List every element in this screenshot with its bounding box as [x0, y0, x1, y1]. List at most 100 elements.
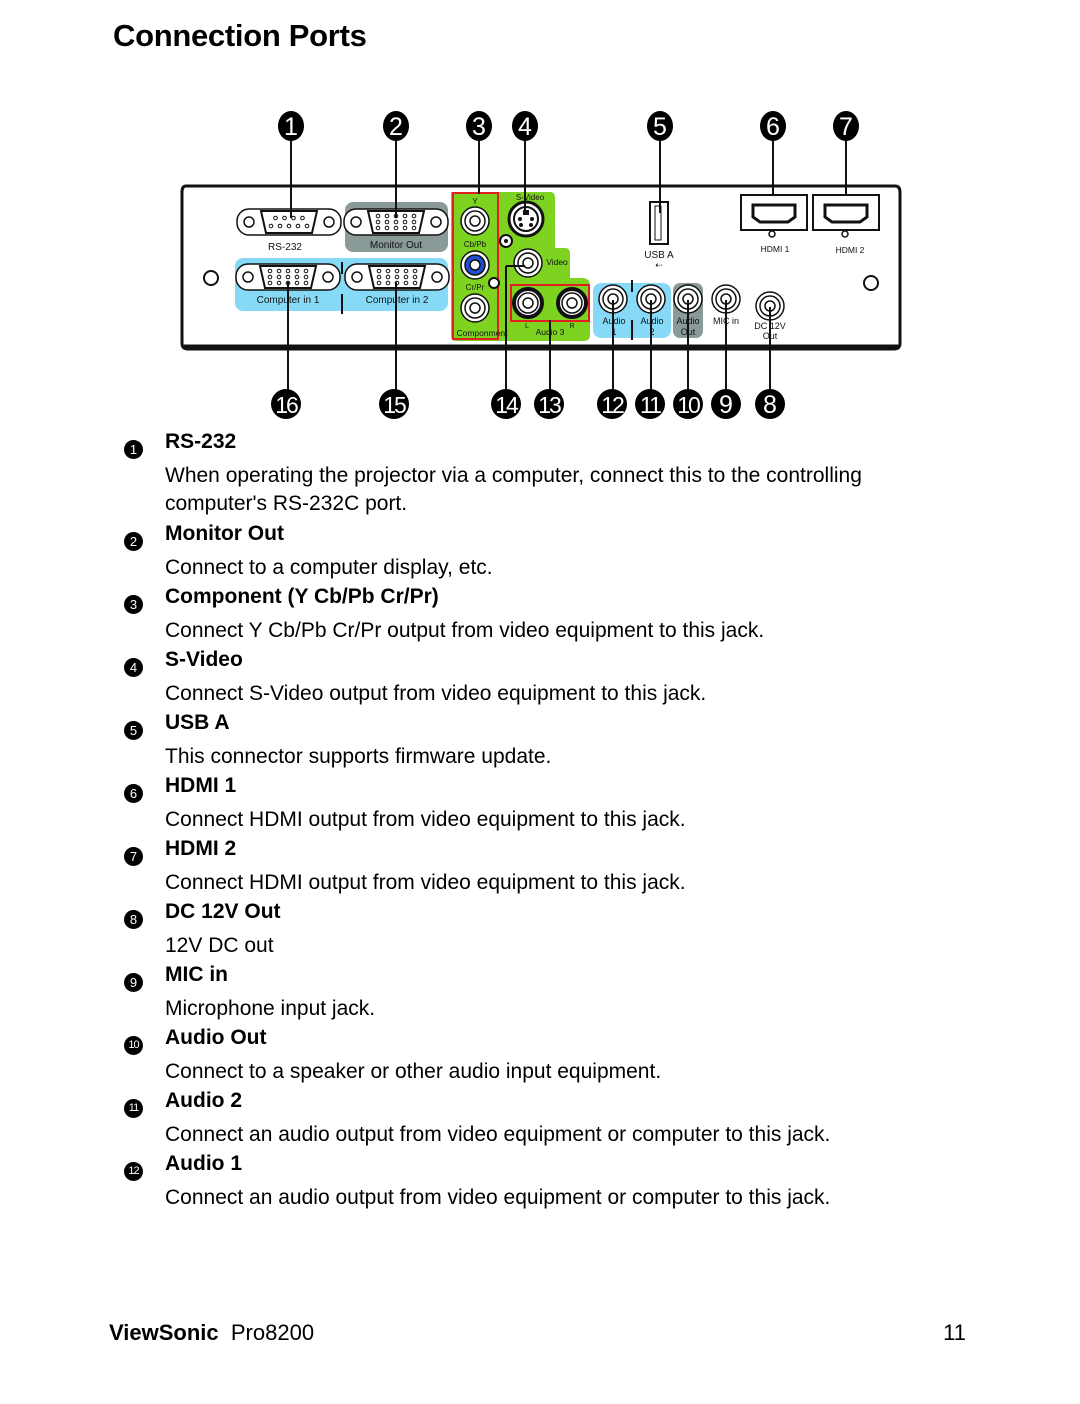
item-description: Connect HDMI output from video equipment… [165, 871, 686, 894]
svg-text:11: 11 [640, 392, 661, 418]
item-number-badge: 12 [124, 1162, 143, 1181]
port-item: 12 Audio 1 Connect an audio output from … [0, 1150, 1080, 1213]
port-item: 10 Audio Out Connect to a speaker or oth… [0, 1024, 1080, 1087]
svg-text:13: 13 [538, 392, 561, 418]
label-hdmi-2: HDMI 2 [836, 245, 865, 255]
item-number-badge: 5 [124, 721, 143, 740]
port-item: 9 MIC in Microphone input jack. [0, 961, 1080, 1024]
item-description: 12V DC out [165, 934, 274, 957]
label-cr-pr: Cr/Pr [466, 283, 485, 292]
callout-4: 4 [512, 111, 538, 141]
callout-6: 6 [760, 111, 786, 141]
item-number-badge: 9 [124, 973, 143, 992]
item-description: Connect an audio output from video equip… [165, 1123, 831, 1146]
svg-text:16: 16 [275, 392, 298, 418]
item-number-badge: 10 [124, 1036, 143, 1055]
label-monitor-out: Monitor Out [370, 240, 422, 251]
callout-2: 2 [383, 111, 409, 141]
item-description: Connect S-Video output from video equipm… [165, 682, 707, 705]
svg-text:4: 4 [518, 113, 532, 141]
svg-text:12: 12 [601, 392, 624, 418]
item-name: RS-232 [165, 430, 237, 453]
item-number-badge: 1 [124, 440, 143, 459]
callout-15: 15 [379, 389, 409, 419]
callout-16: 16 [271, 389, 301, 419]
port-item: 7 HDMI 2 Connect HDMI output from video … [0, 835, 1080, 898]
item-description: Microphone input jack. [165, 997, 376, 1020]
callout-3: 3 [466, 111, 492, 141]
item-description: Connect to a computer display, etc. [165, 556, 493, 579]
label-audio3-r: R [569, 323, 574, 330]
y-jack [460, 206, 490, 236]
callout-14: 14 [491, 389, 521, 419]
footer-brand: ViewSonic Pro8200 [109, 1320, 314, 1346]
item-name: DC 12V Out [165, 900, 281, 923]
callout-12: 12 [597, 389, 627, 419]
port-item: 8 DC 12V Out 12V DC out [0, 898, 1080, 961]
callout-7: 7 [833, 111, 859, 141]
label-audio3-l: L [525, 323, 529, 330]
label-hdmi-1: HDMI 1 [761, 244, 790, 254]
hdmi-1-port [740, 194, 808, 238]
port-item: 1 RS-232 When operating the projector vi… [0, 428, 1080, 520]
svg-text:15: 15 [383, 392, 406, 418]
port-item: 6 HDMI 1 Connect HDMI output from video … [0, 772, 1080, 835]
svg-text:1: 1 [284, 113, 298, 141]
page-number: 11 [943, 1320, 966, 1345]
item-name: Component (Y Cb/Pb Cr/Pr) [165, 585, 439, 608]
item-name: HDMI 1 [165, 774, 237, 797]
cb-pb-jack [460, 250, 490, 280]
label-y: Y [472, 197, 478, 206]
item-number-badge: 4 [124, 658, 143, 677]
label-rs232: RS-232 [268, 242, 302, 253]
item-name: Monitor Out [165, 522, 284, 545]
svg-text:9: 9 [719, 391, 733, 419]
port-item: 4 S-Video Connect S-Video output from vi… [0, 646, 1080, 709]
callout-8: 8 [755, 389, 785, 419]
label-video: Video [546, 257, 568, 267]
item-description: Connect an audio output from video equip… [165, 1186, 831, 1209]
svg-text:7: 7 [839, 113, 853, 141]
port-descriptions-list: 1 RS-232 When operating the projector vi… [0, 428, 1080, 1213]
port-item: 3 Component (Y Cb/Pb Cr/Pr) Connect Y Cb… [0, 583, 1080, 646]
svg-text:8: 8 [763, 391, 777, 419]
svg-text:14: 14 [495, 392, 519, 418]
hdmi-2-port [812, 194, 880, 238]
callout-11: 11 [635, 389, 665, 419]
svg-text:3: 3 [472, 113, 486, 141]
item-name: Audio 2 [165, 1089, 242, 1112]
item-number-badge: 11 [124, 1099, 143, 1118]
brand-name: ViewSonic [109, 1320, 219, 1345]
cr-pr-jack [460, 293, 490, 323]
rs232-port [236, 208, 342, 236]
callout-5: 5 [647, 111, 673, 141]
svg-text:6: 6 [766, 113, 780, 141]
item-description: When operating the projector via a compu… [165, 464, 862, 515]
item-number-badge: 8 [124, 910, 143, 929]
connection-ports-diagram: RS-232 Monitor Out Computer in 1 Compute… [0, 100, 1080, 430]
item-name: HDMI 2 [165, 837, 237, 860]
audio3-r-jack [556, 287, 588, 319]
item-description: This connector supports firmware update. [165, 745, 552, 768]
video-jack [513, 248, 543, 278]
label-cb-pb: Cb/Pb [464, 240, 487, 249]
port-item: 11 Audio 2 Connect an audio output from … [0, 1087, 1080, 1150]
label-s-video: S-Video [516, 193, 545, 202]
port-item: 5 USB A This connector supports firmware… [0, 709, 1080, 772]
port-item: 2 Monitor Out Connect to a computer disp… [0, 520, 1080, 583]
audio3-l-jack [512, 287, 544, 319]
item-name: S-Video [165, 648, 243, 671]
item-description: Connect HDMI output from video equipment… [165, 808, 686, 831]
item-number-badge: 7 [124, 847, 143, 866]
svg-text:10: 10 [677, 392, 700, 418]
item-number-badge: 6 [124, 784, 143, 803]
model-name: Pro8200 [230, 1320, 315, 1345]
item-description: Connect to a speaker or other audio inpu… [165, 1060, 662, 1083]
callout-1: 1 [278, 111, 304, 141]
page-title: Connection Ports [113, 18, 367, 53]
label-component: Componment [456, 328, 508, 338]
item-name: Audio 1 [165, 1152, 242, 1175]
callout-9: 9 [711, 389, 741, 419]
svg-text:5: 5 [653, 113, 667, 141]
label-computer-in-2: Computer in 2 [366, 295, 429, 306]
